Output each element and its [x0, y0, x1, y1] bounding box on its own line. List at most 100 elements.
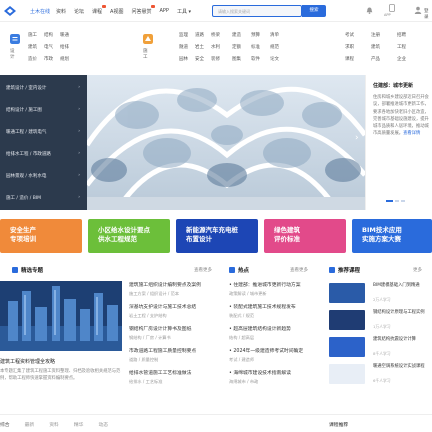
site-logo-icon[interactable]: [3, 5, 17, 17]
category-link[interactable]: 监理: [179, 32, 195, 38]
side-menu-item[interactable]: 结构设计 / 施工图 ›: [6, 107, 82, 113]
carousel-prev-icon[interactable]: ‹: [91, 133, 99, 149]
promo-tile[interactable]: BIM技术应用 实施方案大赛: [352, 219, 432, 253]
category-link[interactable]: 岩土: [195, 44, 211, 50]
nav-item[interactable]: 问答悬赏: [131, 5, 156, 15]
category-link[interactable]: 注册: [371, 32, 397, 38]
category-link[interactable]: 电气: [44, 44, 60, 50]
list-item[interactable]: • 住建部：推进城市更新行动方案 政策解读 / 城市更新: [229, 281, 324, 297]
carousel-dot[interactable]: [386, 200, 393, 202]
list-item[interactable]: • 装配式建筑施工技术规程发布 装配式 / 规范: [229, 303, 324, 319]
nav-item[interactable]: A视图: [110, 8, 123, 15]
promo-tile[interactable]: 小区给水设计要点 供水工程规范: [88, 219, 170, 253]
nav-item[interactable]: 资料: [56, 8, 66, 15]
app-label[interactable]: APP: [384, 13, 391, 17]
category-link[interactable]: 装修: [211, 56, 227, 62]
category-link[interactable]: 清单: [270, 32, 289, 38]
category-link[interactable]: 图集: [232, 56, 251, 62]
category-link[interactable]: 暖通: [60, 32, 76, 38]
category-link[interactable]: 安全: [195, 56, 211, 62]
course-title: 建筑结构抗震设计计算: [373, 337, 416, 342]
nav-item[interactable]: APP: [159, 8, 168, 15]
bell-icon[interactable]: [366, 7, 373, 14]
brand-name[interactable]: 土木在线: [30, 8, 50, 15]
user-icon[interactable]: [414, 6, 422, 14]
course-card[interactable]: BIM建模基础入门到精通 2万人学习: [329, 283, 429, 305]
category-link[interactable]: 企业: [397, 56, 423, 62]
carousel-dot[interactable]: [401, 200, 405, 202]
category-link[interactable]: 给排: [60, 44, 76, 50]
tab-resources[interactable]: 资料: [49, 421, 59, 428]
category-link[interactable]: 规划: [60, 56, 76, 62]
category-link[interactable]: 课程: [345, 56, 371, 62]
category-link[interactable]: 隧道: [179, 44, 195, 50]
list-item[interactable]: 建筑施工组织设计编制要点及案例 施工方案 / 组织设计 / 范本: [129, 281, 224, 297]
course-meta: 8千人学习: [373, 351, 391, 356]
carousel-next-icon[interactable]: ›: [355, 133, 363, 149]
nav-item[interactable]: 论坛: [74, 8, 84, 15]
category-link[interactable]: 定额: [232, 44, 251, 50]
side-menu-item[interactable]: 给排水工程 / 市政道路 ›: [6, 151, 82, 157]
app-icon[interactable]: [388, 4, 396, 12]
category-link[interactable]: 造价: [28, 56, 44, 62]
category-link[interactable]: 结构: [44, 32, 60, 38]
news-title[interactable]: 住建部：城市更新: [373, 82, 413, 89]
category-link[interactable]: 园林: [179, 56, 195, 62]
category-link[interactable]: 水利: [211, 44, 227, 50]
list-item[interactable]: 钢结构厂房设计计算书及图纸 钢结构 / 厂房 / 计算书: [129, 325, 224, 341]
carousel-dot[interactable]: [395, 200, 399, 202]
hero-carousel-image[interactable]: ‹ ›: [87, 75, 365, 210]
promo-tile[interactable]: 新能源汽车充电桩 布置设计: [176, 219, 258, 253]
course-title: 暖通空调系统设计实战课程: [373, 364, 425, 369]
side-menu-item[interactable]: 施工 / 造价 / BIM ›: [6, 195, 82, 201]
list-item[interactable]: • 海绵城市建设技术指南解读 海绵城市 / 市政: [229, 369, 324, 385]
category-link[interactable]: 预算: [251, 32, 270, 38]
side-category-menu: 建筑设计 / 室内设计 › 结构设计 / 施工图 › 暖通工程 / 建筑电气 › 给排…: [0, 75, 87, 210]
category-link[interactable]: 考试: [345, 32, 371, 38]
category-link[interactable]: 道路: [195, 32, 211, 38]
category-link[interactable]: 建造: [232, 32, 251, 38]
feature-title[interactable]: 建筑工程资料管理全攻略: [0, 358, 55, 365]
tab-essence[interactable]: 精华: [74, 421, 84, 428]
course-meta: 6千人学习: [373, 378, 391, 383]
search-input[interactable]: 请输入搜索关键词: [212, 5, 302, 17]
promo-tile[interactable]: 绿色建筑 评价标准: [264, 219, 346, 253]
category-link[interactable]: 施工: [28, 32, 44, 38]
list-item[interactable]: 市政道路工程施工质量控制要点 道路 / 质量控制: [129, 347, 224, 363]
category-link[interactable]: 招聘: [397, 32, 423, 38]
course-card[interactable]: 钢结构设计原理与工程实例 1万人学习: [329, 310, 429, 332]
section-more-link[interactable]: 查看更多: [194, 267, 212, 273]
side-menu-item[interactable]: 暖通工程 / 建筑电气 ›: [6, 129, 82, 135]
login-link[interactable]: 登录: [424, 8, 432, 20]
side-menu-item[interactable]: 建筑设计 / 室内设计 ›: [6, 85, 82, 91]
course-card[interactable]: 暖通空调系统设计实战课程 6千人学习: [329, 364, 429, 386]
tab-activity[interactable]: 动态: [98, 421, 108, 428]
category-link[interactable]: 建筑: [371, 44, 397, 50]
side-menu-item[interactable]: 园林景观 / 水利水电 ›: [6, 173, 82, 179]
feature-image[interactable]: [0, 281, 122, 351]
section-more-link[interactable]: 查看更多: [290, 267, 308, 273]
promo-tile[interactable]: 安全生产 专项培训: [0, 219, 82, 253]
nav-item[interactable]: 工具 ▾: [177, 8, 191, 15]
list-item[interactable]: • 2024年一级建造师考试时间确定 考试 / 建造师: [229, 347, 324, 363]
category-link[interactable]: 工程: [397, 44, 423, 50]
list-item[interactable]: 给排水管道施工工艺标准做法 给排水 / 工艺标准: [129, 369, 224, 385]
category-link[interactable]: 求职: [345, 44, 371, 50]
nav-item[interactable]: 课程: [92, 5, 107, 15]
category-link[interactable]: 论文: [270, 56, 289, 62]
list-item[interactable]: • 超高层建筑结构设计新趋势 结构 / 超高层: [229, 325, 324, 341]
news-more-link[interactable]: 查看详情: [403, 131, 420, 136]
category-link[interactable]: 软件: [251, 56, 270, 62]
category-link[interactable]: 市政: [44, 56, 60, 62]
category-link[interactable]: 桥梁: [211, 32, 227, 38]
section-more-link[interactable]: 更多: [413, 267, 422, 273]
search-button[interactable]: 搜索: [302, 5, 326, 17]
tab-all[interactable]: 综合: [0, 421, 10, 428]
list-item[interactable]: 深基坑支护设计与施工技术总结 岩土工程 / 支护结构: [129, 303, 224, 319]
category-link[interactable]: 建筑: [28, 44, 44, 50]
category-link[interactable]: 标准: [251, 44, 270, 50]
tab-latest[interactable]: 最新: [25, 421, 35, 428]
category-link[interactable]: 产品: [371, 56, 397, 62]
course-card[interactable]: 建筑结构抗震设计计算 8千人学习: [329, 337, 429, 359]
category-link[interactable]: 规范: [270, 44, 289, 50]
